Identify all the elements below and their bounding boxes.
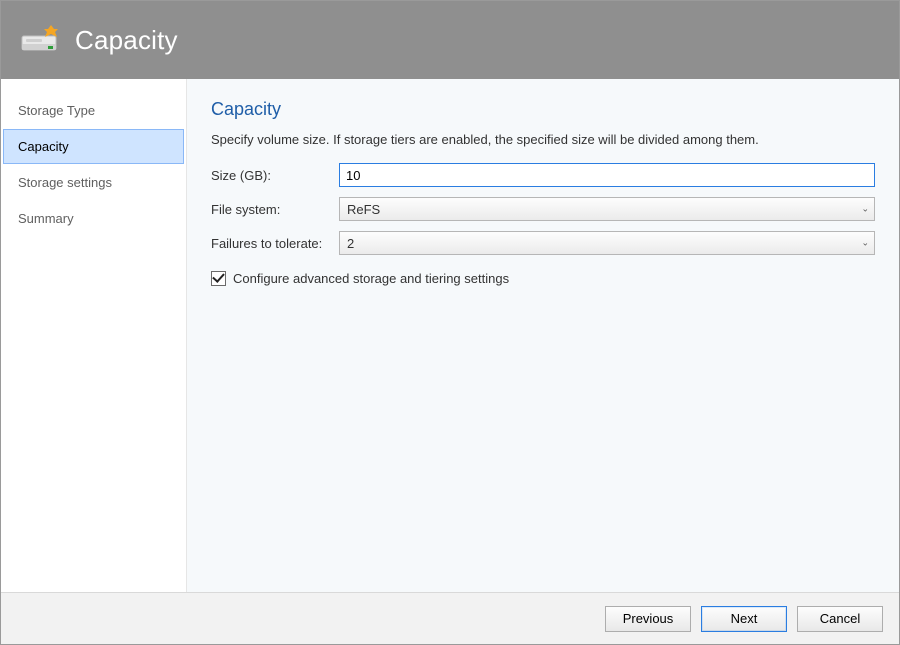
filesystem-row: File system: ReFS ⌄ xyxy=(211,197,875,221)
sidebar-item-storage-settings[interactable]: Storage settings xyxy=(3,165,184,200)
cancel-button[interactable]: Cancel xyxy=(797,606,883,632)
previous-button[interactable]: Previous xyxy=(605,606,691,632)
filesystem-label: File system: xyxy=(211,202,339,217)
sidebar-item-label: Capacity xyxy=(18,139,69,154)
filesystem-select[interactable]: ReFS ⌄ xyxy=(339,197,875,221)
sidebar-item-storage-type[interactable]: Storage Type xyxy=(3,93,184,128)
failures-row: Failures to tolerate: 2 ⌄ xyxy=(211,231,875,255)
wizard-header: Capacity xyxy=(1,1,899,79)
filesystem-value: ReFS xyxy=(347,202,380,217)
sidebar-item-label: Summary xyxy=(18,211,74,226)
sidebar-item-capacity[interactable]: Capacity xyxy=(3,129,184,164)
sidebar-item-summary[interactable]: Summary xyxy=(3,201,184,236)
size-row: Size (GB): xyxy=(211,163,875,187)
size-label: Size (GB): xyxy=(211,168,339,183)
sidebar-item-label: Storage settings xyxy=(18,175,112,190)
sidebar-nav: Storage Type Capacity Storage settings S… xyxy=(1,79,187,592)
wizard-footer: Previous Next Cancel xyxy=(1,592,899,644)
size-input[interactable] xyxy=(339,163,875,187)
failures-value: 2 xyxy=(347,236,354,251)
wizard-window: Capacity Storage Type Capacity Storage s… xyxy=(0,0,900,645)
wizard-body: Storage Type Capacity Storage settings S… xyxy=(1,79,899,592)
advanced-checkbox[interactable] xyxy=(211,271,226,286)
failures-label: Failures to tolerate: xyxy=(211,236,339,251)
page-title: Capacity xyxy=(211,99,875,120)
failures-select[interactable]: 2 ⌄ xyxy=(339,231,875,255)
advanced-row: Configure advanced storage and tiering s… xyxy=(211,271,875,286)
drive-capacity-icon xyxy=(21,24,61,56)
main-panel: Capacity Specify volume size. If storage… xyxy=(187,79,899,592)
sidebar-item-label: Storage Type xyxy=(18,103,95,118)
page-subtitle: Specify volume size. If storage tiers ar… xyxy=(211,132,875,147)
next-button[interactable]: Next xyxy=(701,606,787,632)
advanced-label[interactable]: Configure advanced storage and tiering s… xyxy=(233,271,509,286)
wizard-title: Capacity xyxy=(75,25,178,56)
